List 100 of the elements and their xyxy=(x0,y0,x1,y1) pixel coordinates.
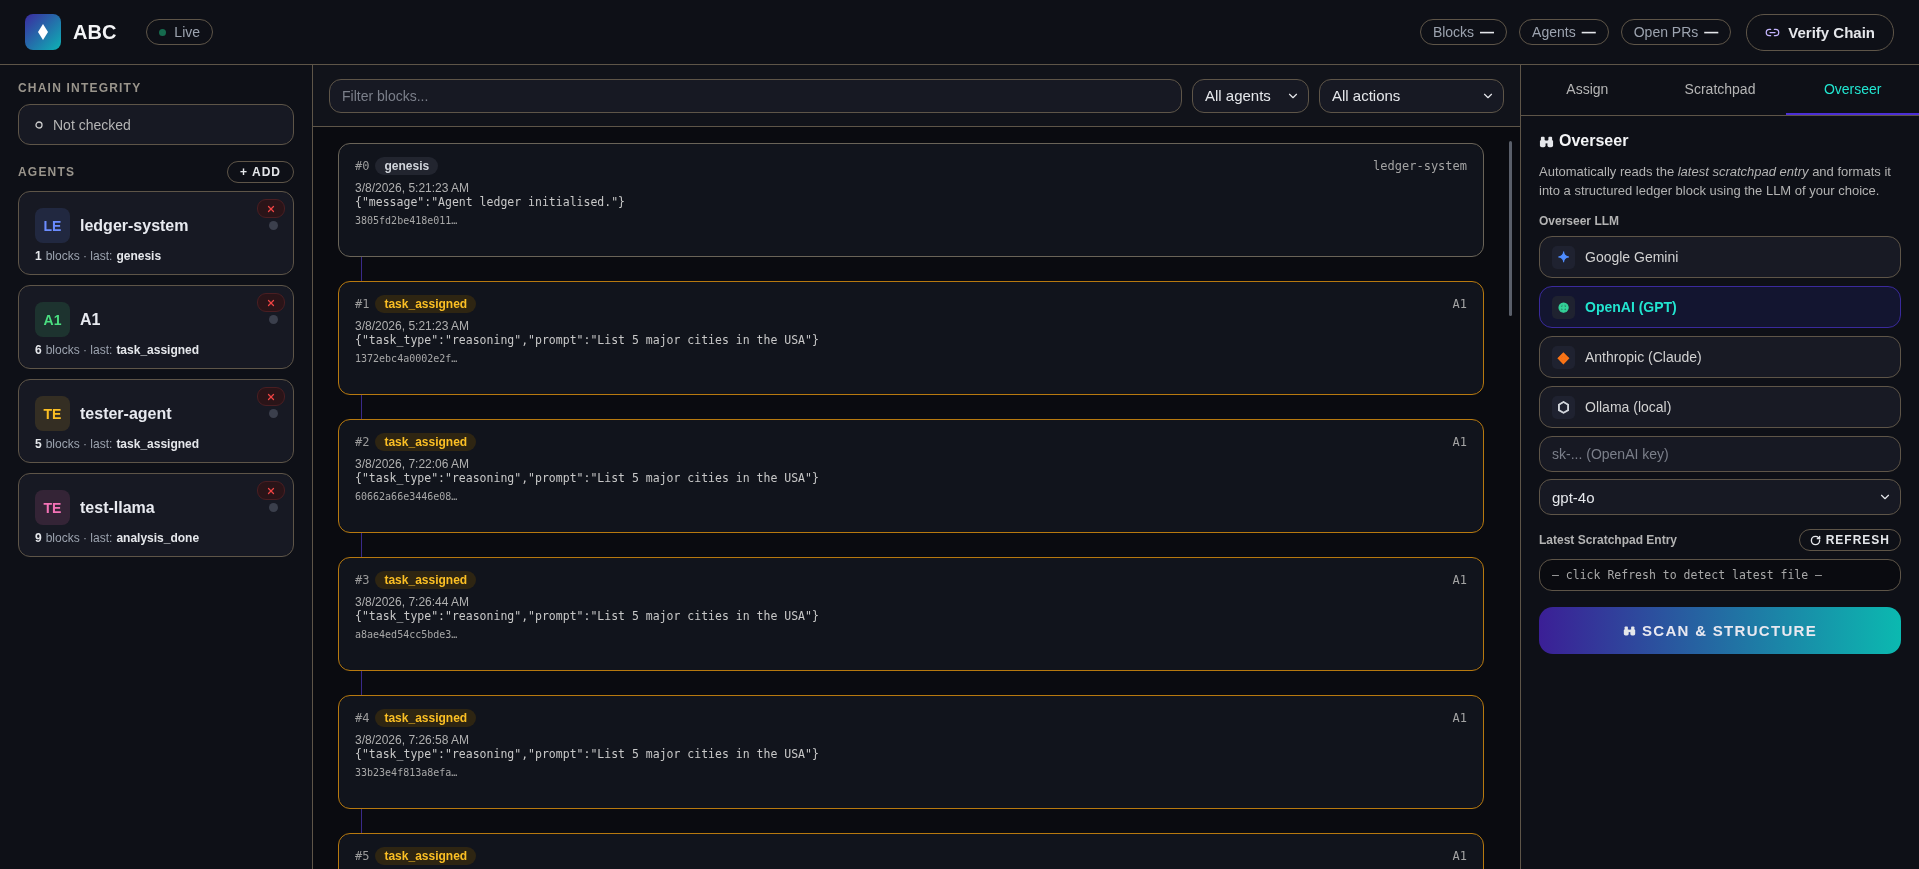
status-dot xyxy=(269,503,278,512)
last-action: task_assigned xyxy=(116,437,200,451)
last-action: genesis xyxy=(116,249,162,263)
block-count: 9 xyxy=(35,531,42,545)
api-key-field[interactable]: sk-... (OpenAI key) xyxy=(1539,436,1901,472)
action-select[interactable]: All actions xyxy=(1319,78,1504,113)
llm-option[interactable]: ◈ Anthropic (Claude) xyxy=(1539,336,1901,378)
agent-card[interactable]: TE tester-agent 5 blocks · last: task_assigned xyxy=(18,379,294,463)
block-payload: {"message":"Agent ledger initialised."} xyxy=(355,195,627,209)
option-label: Anthropic (Claude) xyxy=(1585,349,1702,365)
block-payload: {"task_type":"reasoning","prompt":"List 5 major cities in the USA"} xyxy=(355,747,820,761)
logo-icon xyxy=(25,14,61,50)
block-index: #2 xyxy=(355,435,370,449)
binoculars-icon xyxy=(1623,624,1636,637)
block-index: #0 xyxy=(355,159,370,173)
block-count: 5 xyxy=(35,437,42,451)
filter-field[interactable]: Filter blocks... xyxy=(329,78,1182,113)
model-select[interactable]: gpt-4o xyxy=(1539,479,1901,515)
agent-select[interactable]: All agents xyxy=(1192,78,1309,113)
action-tag: task_assigned xyxy=(375,709,477,727)
panel-description: Automatically reads the latest scratchpad entry and formats it into a structured ledger block using the LLM of your choice. xyxy=(1539,163,1892,200)
block-agent: A1 xyxy=(1452,573,1467,587)
close-icon xyxy=(266,203,276,214)
provider-icon: ◈ xyxy=(1552,345,1575,369)
block-count: 1 xyxy=(35,249,42,263)
block-hash: a8ae4ed54cc5bde3… xyxy=(355,629,459,640)
circle-icon xyxy=(35,120,43,129)
section-title: AGENTS xyxy=(18,165,76,179)
status-dot xyxy=(269,409,278,418)
agent-name: A1 xyxy=(80,310,101,329)
agent-avatar: A1 xyxy=(35,302,70,337)
action-tag: task_assigned xyxy=(375,295,477,313)
close-button[interactable] xyxy=(257,387,285,406)
close-button[interactable] xyxy=(257,293,285,312)
block-agent: A1 xyxy=(1452,435,1467,449)
block-count: 6 xyxy=(35,343,42,357)
app-name: ABC xyxy=(73,20,117,44)
block-agent: A1 xyxy=(1452,297,1467,311)
agent-name: test-llama xyxy=(80,498,155,517)
scrollbar[interactable] xyxy=(1509,141,1512,316)
block-agent: A1 xyxy=(1452,711,1467,725)
block-time: 3/8/2026, 5:21:23 AM xyxy=(355,319,471,333)
agent-name: tester-agent xyxy=(80,404,172,423)
agent-card[interactable]: A1 A1 6 blocks · last: task_assigned xyxy=(18,285,294,369)
agent-card[interactable]: LE ledger-system 1 blocks · last: genesis xyxy=(18,191,294,275)
section-title: CHAIN INTEGRITY xyxy=(18,81,143,95)
block-time: 3/8/2026, 7:26:44 AM xyxy=(355,595,471,609)
meta-label: blocks · last: xyxy=(45,437,113,451)
status-dot xyxy=(269,221,278,230)
scratchpad-entry-field: — click Refresh to detect latest file — xyxy=(1539,559,1901,591)
block-hash: 3805fd2be418e011… xyxy=(355,215,459,226)
block-payload: {"task_type":"reasoning","prompt":"List 5 major cities in the USA"} xyxy=(355,333,820,347)
block-time: 3/8/2026, 7:22:06 AM xyxy=(355,457,471,471)
provider-icon: ⬡ xyxy=(1552,395,1575,419)
agent-avatar: TE xyxy=(35,490,70,525)
scan-button[interactable]: SCAN & STRUCTURE xyxy=(1539,607,1901,654)
close-icon xyxy=(266,485,276,496)
close-button[interactable] xyxy=(257,481,285,500)
option-label: Ollama (local) xyxy=(1585,399,1672,415)
block-index: #1 xyxy=(355,297,370,311)
meta-label: blocks · last: xyxy=(45,343,113,357)
refresh-icon xyxy=(1809,534,1821,546)
option-label: OpenAI (GPT) xyxy=(1585,299,1677,315)
tab[interactable]: Assign xyxy=(1521,65,1654,115)
agent-name: ledger-system xyxy=(80,216,189,235)
action-tag: task_assigned xyxy=(375,571,477,589)
status-text: Not checked xyxy=(53,116,131,133)
verify-chain-button[interactable]: Verify Chain xyxy=(1746,13,1894,51)
provider-icon: ⊕ xyxy=(1552,295,1575,319)
panel-title: Overseer xyxy=(1559,132,1629,150)
provider-icon: ✦ xyxy=(1552,245,1575,269)
close-button[interactable] xyxy=(257,199,285,218)
close-icon xyxy=(266,391,276,402)
meta-label: blocks · last: xyxy=(45,249,113,263)
block-agent: A1 xyxy=(1452,849,1467,863)
llm-option[interactable]: ⬡ Ollama (local) xyxy=(1539,386,1901,428)
block-hash: 60662a66e3446e08… xyxy=(355,491,459,502)
meta-label: blocks · last: xyxy=(45,531,113,545)
block-index: #4 xyxy=(355,711,370,725)
tab[interactable]: Scratchpad xyxy=(1653,65,1787,115)
block-payload: {"task_type":"reasoning","prompt":"List 5 major cities in the USA"} xyxy=(355,609,820,623)
status-dot xyxy=(269,315,278,324)
last-action: task_assigned xyxy=(116,343,200,357)
block-payload: {"task_type":"reasoning","prompt":"List 5 major cities in the USA"} xyxy=(355,471,820,485)
block-time: 3/8/2026, 7:26:58 AM xyxy=(355,733,471,747)
block-agent: ledger-system xyxy=(1373,159,1467,173)
block-index: #5 xyxy=(355,849,370,863)
block-hash: 1372ebc4a0002e2f… xyxy=(355,353,459,364)
field-label: Latest Scratchpad Entry xyxy=(1539,533,1678,547)
agent-avatar: TE xyxy=(35,396,70,431)
llm-option[interactable]: ⊕ OpenAI (GPT) xyxy=(1539,286,1901,328)
block-time: 3/8/2026, 5:21:23 AM xyxy=(355,181,471,195)
block-hash: 33b23e4f813a8efa… xyxy=(355,767,459,778)
tab[interactable]: Overseer xyxy=(1786,65,1919,115)
action-tag: task_assigned xyxy=(375,847,477,865)
agent-card[interactable]: TE test-llama 9 blocks · last: analysis_done xyxy=(18,473,294,557)
option-label: Google Gemini xyxy=(1585,249,1679,265)
last-action: analysis_done xyxy=(116,531,200,545)
action-tag: task_assigned xyxy=(375,433,477,451)
llm-option[interactable]: ✦ Google Gemini xyxy=(1539,236,1901,278)
